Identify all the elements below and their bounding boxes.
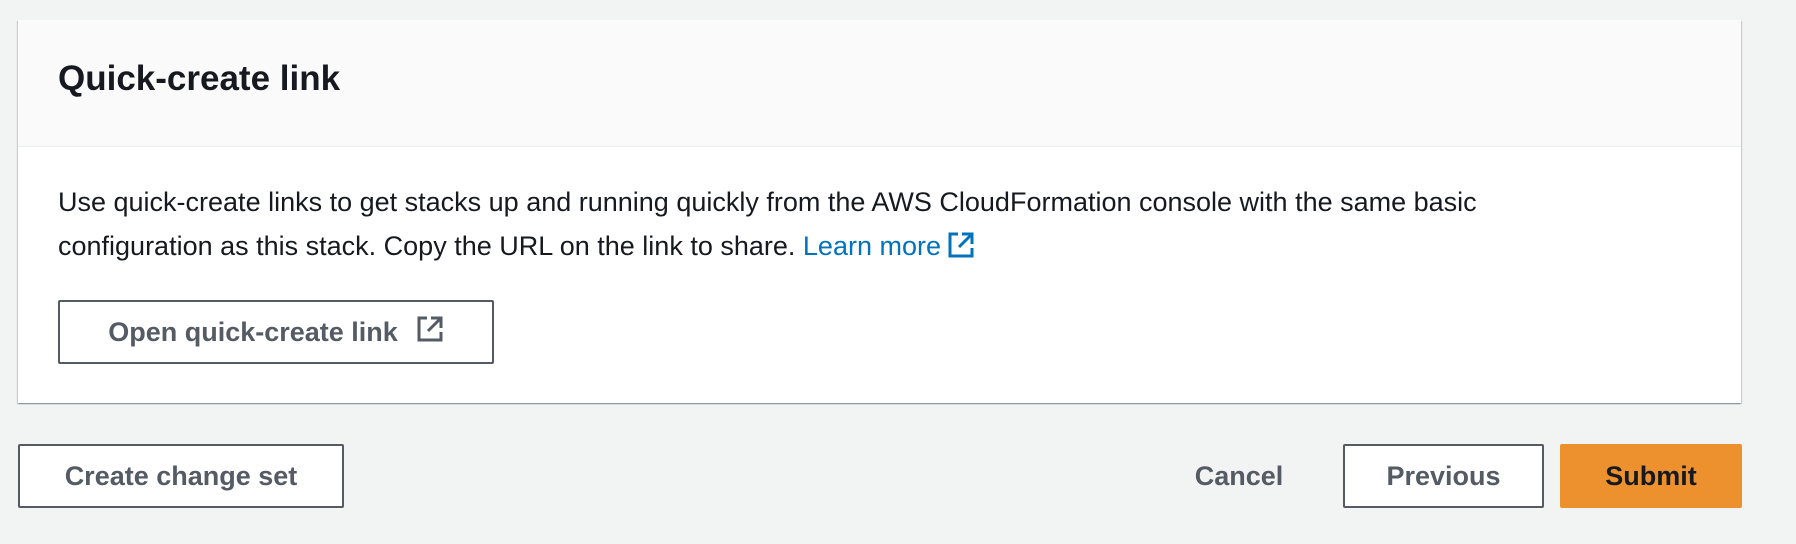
quick-create-link-panel: Quick-create link Use quick-create links… bbox=[18, 20, 1741, 403]
panel-description: Use quick-create links to get stacks up … bbox=[58, 180, 1618, 272]
panel-header: Quick-create link bbox=[18, 20, 1741, 147]
cancel-button[interactable]: Cancel bbox=[1172, 444, 1306, 508]
description-text: Use quick-create links to get stacks up … bbox=[58, 187, 1477, 261]
external-link-icon bbox=[416, 315, 444, 350]
create-change-set-button[interactable]: Create change set bbox=[18, 444, 344, 508]
learn-more-link[interactable]: Learn more bbox=[803, 231, 975, 261]
previous-button[interactable]: Previous bbox=[1343, 444, 1544, 508]
learn-more-label: Learn more bbox=[802, 231, 941, 261]
panel-title: Quick-create link bbox=[58, 59, 341, 98]
submit-button[interactable]: Submit bbox=[1560, 444, 1742, 508]
open-quick-create-link-label: Open quick-create link bbox=[108, 316, 398, 347]
open-quick-create-link-button[interactable]: Open quick-create link bbox=[58, 300, 494, 364]
external-link-icon bbox=[947, 228, 975, 272]
